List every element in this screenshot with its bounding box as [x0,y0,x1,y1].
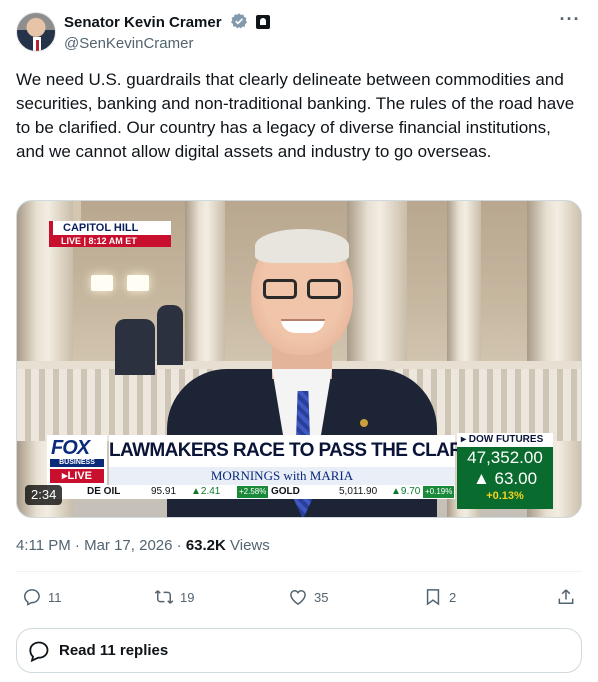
dow-futures-box: ▸ DOW FUTURES 47,352.00 ▲ 63.00 +0.13% [457,433,553,509]
dow-change: ▲ 63.00 [472,469,538,488]
repost-icon [154,590,174,604]
ticker-gold-value: 5,011.90 [339,486,378,497]
reply-count: 11 [48,589,62,605]
network-logo-word: FOX [51,437,90,459]
chyron-place: CAPITOL HILL [49,221,171,235]
network-logo: FOX BUSINESS ▸LIVE [47,435,107,487]
author-avatar[interactable] [16,12,56,52]
ticker-gold-change: ▲9.70 [391,486,421,497]
heart-icon [290,589,306,605]
dow-value: 47,352.00 [467,448,543,467]
ticker-oil-value: 95.91 [151,486,177,497]
repost-button[interactable]: 19 [154,583,194,611]
avatar-tie [35,40,39,51]
show-name: MORNINGS with MARIA [109,467,455,485]
video-player[interactable]: CAPITOL HILL LIVE | 8:12 AM ET FOX BUSIN… [16,200,582,518]
network-logo-sub: BUSINESS [50,459,104,467]
repost-count: 19 [180,589,195,605]
chyron-live-time: LIVE | 8:12 AM ET [49,235,171,247]
dow-title: ▸ DOW FUTURES [457,433,553,447]
lower-third: FOX BUSINESS ▸LIVE LAWMAKERS RACE TO PAS… [47,433,553,509]
reply-icon [23,589,40,606]
author-display-name[interactable]: Senator Kevin Cramer [64,13,222,33]
network-live-badge: ▸LIVE [50,469,104,483]
author-handle[interactable]: @SenKevinCramer [64,34,270,54]
lapel-pin [360,419,368,427]
news-headline: LAWMAKERS RACE TO PASS THE CLARITY ACT [109,435,532,467]
bookmark-icon [426,589,440,606]
tweet-header: Senator Kevin Cramer @SenKevinCramer ··· [16,10,582,56]
ticker-gold-pct: +0.19% [423,486,455,498]
government-badge-icon [256,15,271,29]
dow-percent: +0.13% [486,490,524,502]
bookmark-button[interactable]: 2 [423,583,456,611]
divider [16,571,582,572]
market-ticker: DE OIL 95.91 ▲2.41 +2.58% GOLD 5,011.90 … [47,485,455,499]
video-duration: 2:34 [25,485,63,505]
tweet-meta: 4:11 PM · Mar 17, 2026 · 63.2K Views [16,536,270,556]
more-options-icon[interactable]: ··· [558,10,582,32]
chat-bubble-icon [29,641,49,662]
background-person [115,319,155,375]
author-names: Senator Kevin Cramer @SenKevinCramer [64,12,271,54]
share-button[interactable] [556,583,582,611]
like-count: 35 [314,589,329,605]
hair [255,229,349,263]
share-icon [558,589,574,604]
tweet-timestamp[interactable]: 4:11 PM · Mar 17, 2026 · [16,537,186,554]
tweet-text: We need U.S. guardrails that clearly del… [16,70,575,161]
read-replies-button[interactable]: Read 11 replies [16,628,582,673]
ceiling-light [91,275,113,291]
ticker-oil-pct: +2.58% [237,486,269,498]
location-chyron: CAPITOL HILL LIVE | 8:12 AM ET [49,221,171,247]
read-replies-label: Read 11 replies [59,642,169,659]
lens-left [263,279,297,299]
like-button[interactable]: 35 [288,583,328,611]
ticker-oil-label: DE OIL [87,486,121,497]
verified-badge-icon [230,13,248,29]
action-bar: 11 19 35 2 [16,583,582,611]
ceiling-light [127,275,149,291]
lens-right [307,279,341,299]
ticker-gold-label: GOLD [271,486,300,497]
views-label: Views [225,537,270,554]
reply-button[interactable]: 11 [22,583,62,611]
bookmark-count: 2 [449,589,457,605]
ticker-oil-change: ▲2.41 [191,486,221,497]
views-count: 63.2K [185,537,226,554]
eyeglasses [263,279,343,299]
